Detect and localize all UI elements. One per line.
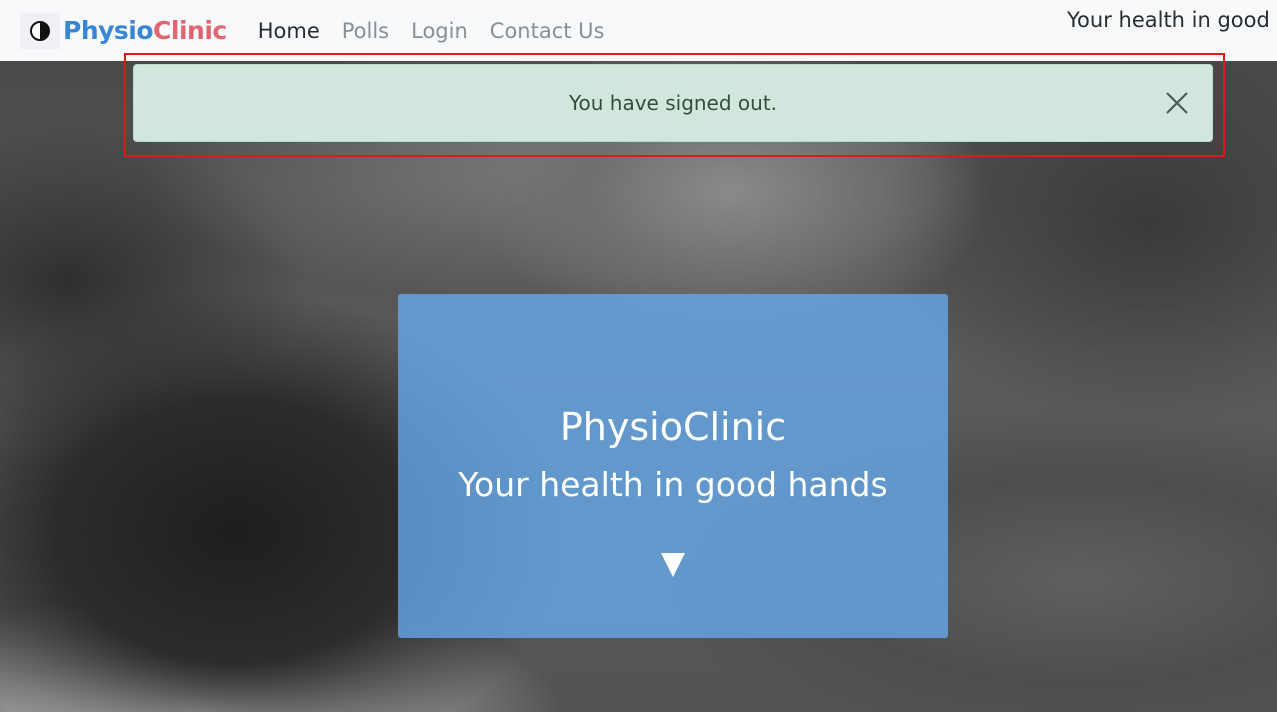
nav-link-home[interactable]: Home [258,19,320,43]
theme-toggle-icon[interactable] [20,12,60,49]
brand-name-part2: Clinic [153,16,227,45]
brand-link[interactable]: PhysioClinic [20,12,227,49]
brand-name-part1: Physio [63,16,154,45]
hero-title: PhysioClinic [559,405,787,449]
half-circle-icon [30,20,50,41]
navbar-tagline: Your health in good hands [1067,8,1277,32]
signout-alert: You have signed out. [133,64,1213,142]
nav-link-polls[interactable]: Polls [342,19,389,43]
nav-link-contact[interactable]: Contact Us [490,19,605,43]
brand-name: PhysioClinic [63,16,227,45]
nav-links: Home Polls Login Contact Us [258,0,627,61]
nav-link-login[interactable]: Login [411,19,468,43]
hero-subtitle: Your health in good hands [458,465,888,504]
top-navbar: PhysioClinic Home Polls Login Contact Us… [0,0,1277,61]
hero-card: PhysioClinic Your health in good hands [398,294,948,638]
alert-message: You have signed out. [568,91,778,115]
close-icon[interactable] [1164,90,1190,116]
triangle-down-icon[interactable] [661,553,685,577]
